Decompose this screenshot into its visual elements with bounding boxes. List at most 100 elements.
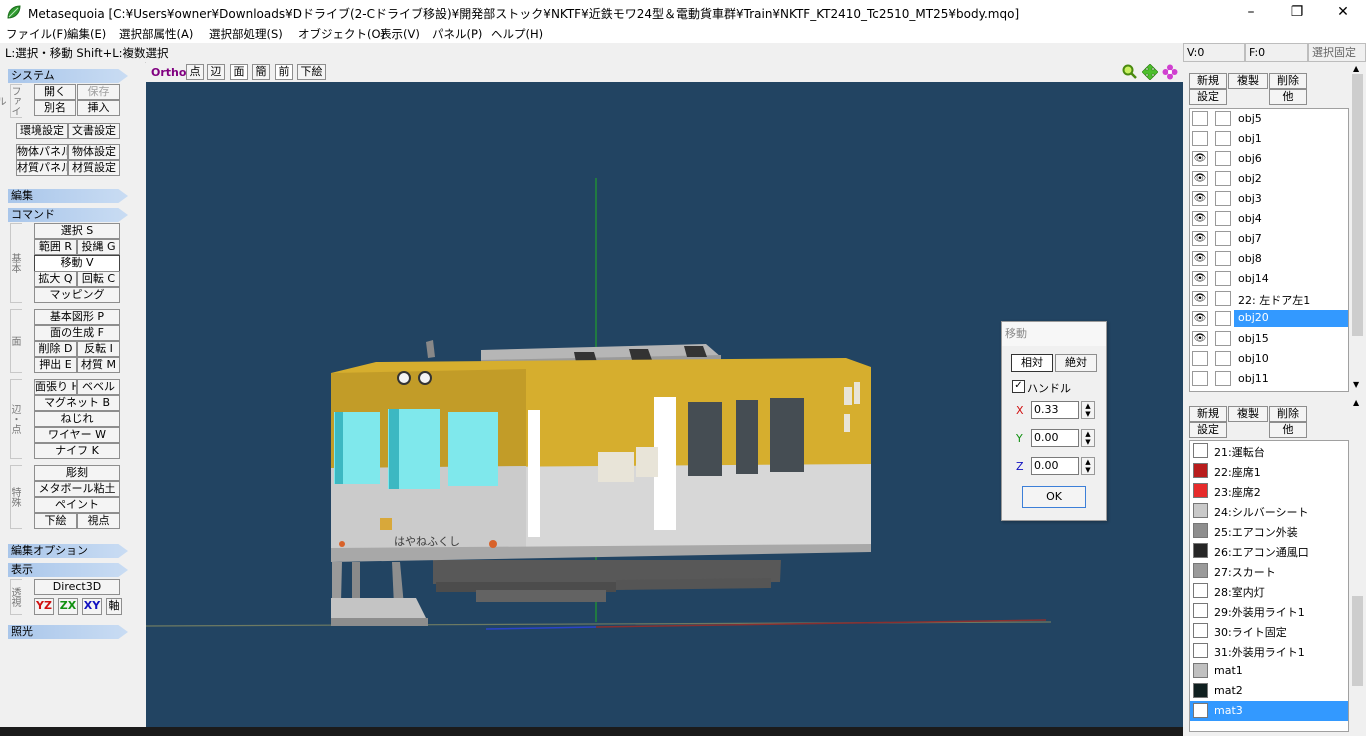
material-panel-scrollbar[interactable]: ▲ [1350, 396, 1366, 736]
object-panel-scrollbar[interactable]: ▲ ▼ [1350, 62, 1366, 392]
object-row[interactable]: 👁 obj6 [1190, 149, 1348, 169]
object-panel-scroll-thumb[interactable] [1352, 74, 1363, 336]
visibility-toggle[interactable] [1192, 131, 1208, 146]
handle-checkbox[interactable]: ✓ [1012, 380, 1025, 393]
lock-toggle[interactable] [1215, 191, 1231, 206]
material-row[interactable]: mat2 [1190, 681, 1348, 701]
ok-button[interactable]: OK [1022, 486, 1086, 508]
doc-settings-button[interactable]: 文書設定 [68, 123, 120, 139]
lock-toggle[interactable] [1215, 171, 1231, 186]
selection-lock-button[interactable]: 選択固定 [1308, 43, 1366, 62]
primitive-tool-button[interactable]: 基本図形 P [34, 309, 120, 325]
object-delete-button[interactable]: 削除 [1269, 73, 1307, 89]
material-row[interactable]: 25:エアコン外装 [1190, 521, 1348, 541]
metaball-tool-button[interactable]: メタボール粘土 [34, 481, 120, 497]
eye-icon[interactable]: 👁 [1192, 171, 1208, 186]
material-row[interactable]: 24:シルバーシート [1190, 501, 1348, 521]
insert-button[interactable]: 挿入 [77, 100, 120, 116]
eye-icon[interactable]: 👁 [1192, 151, 1208, 166]
object-row[interactable]: obj5 [1190, 109, 1348, 129]
object-duplicate-button[interactable]: 複製 [1228, 73, 1268, 89]
select-tool-button[interactable]: 選択 S [34, 223, 120, 239]
visibility-toggle[interactable] [1192, 371, 1208, 386]
menu-selection-process[interactable]: 選択部処理(S) [209, 26, 283, 42]
visibility-toggle[interactable] [1192, 351, 1208, 366]
material-new-button[interactable]: 新規 [1189, 406, 1227, 422]
lock-toggle[interactable] [1215, 351, 1231, 366]
relative-mode-button[interactable]: 相対 [1011, 354, 1053, 372]
section-display[interactable]: 表示 [8, 563, 128, 577]
y-value-field[interactable]: 0.00 [1031, 429, 1079, 447]
face-stretch-button[interactable]: 面張り H [34, 379, 77, 395]
section-edit-options[interactable]: 編集オプション [8, 544, 128, 558]
eye-icon[interactable]: 👁 [1192, 191, 1208, 206]
object-settings-button[interactable]: 物体設定 [68, 144, 120, 160]
x-spinner[interactable]: ▲ ▼ [1081, 401, 1095, 419]
save-button[interactable]: 保存 [77, 84, 120, 100]
menu-file[interactable]: ファイル(F) [6, 26, 68, 42]
ortho-toggle[interactable]: Ortho [151, 66, 186, 79]
object-row[interactable]: 👁 obj2 [1190, 169, 1348, 189]
object-row[interactable]: 👁 obj8 [1190, 249, 1348, 269]
y-spinner[interactable]: ▲ ▼ [1081, 429, 1095, 447]
material-row[interactable]: mat1 [1190, 661, 1348, 681]
view-zx-button[interactable]: ZX [58, 598, 78, 615]
material-tool-button[interactable]: 材質 M [77, 357, 120, 373]
eye-icon[interactable]: 👁 [1192, 251, 1208, 266]
material-row[interactable]: mat3 [1190, 701, 1348, 721]
object-row[interactable]: 👁 obj4 [1190, 209, 1348, 229]
material-row[interactable]: 23:座席2 [1190, 481, 1348, 501]
material-settings-button[interactable]: 設定 [1189, 422, 1227, 438]
extrude-tool-button[interactable]: 押出 E [34, 357, 77, 373]
eye-icon[interactable]: 👁 [1192, 291, 1208, 306]
eye-icon[interactable]: 👁 [1192, 311, 1208, 326]
lock-toggle[interactable] [1215, 131, 1231, 146]
x-value-field[interactable]: 0.33 [1031, 401, 1079, 419]
lock-toggle[interactable] [1215, 311, 1231, 326]
material-row[interactable]: 31:外装用ライト1 [1190, 641, 1348, 661]
material-row[interactable]: 30:ライト固定 [1190, 621, 1348, 641]
face-mode-button[interactable]: 面 [230, 64, 248, 80]
material-duplicate-button[interactable]: 複製 [1228, 406, 1268, 422]
scale-tool-button[interactable]: 拡大 Q [34, 271, 77, 287]
eye-icon[interactable]: 👁 [1192, 271, 1208, 286]
axis-toggle-button[interactable]: 軸 [106, 598, 122, 615]
object-row[interactable]: obj11 [1190, 369, 1348, 389]
material-panel-button[interactable]: 材質パネル [16, 160, 68, 176]
view-xy-button[interactable]: XY [82, 598, 102, 615]
maximize-button[interactable]: ❐ [1274, 0, 1320, 24]
object-row[interactable]: 👁 22: 左ドア左1 [1190, 289, 1348, 309]
lock-toggle[interactable] [1215, 111, 1231, 126]
range-tool-button[interactable]: 範囲 R [34, 239, 77, 255]
underlay-view-button[interactable]: 下絵 [297, 64, 326, 80]
vertex-mode-button[interactable]: 点 [186, 64, 204, 80]
flip-tool-button[interactable]: 反転 I [77, 341, 120, 357]
sculpt-tool-button[interactable]: 彫刻 [34, 465, 120, 481]
material-row[interactable]: 28:室内灯 [1190, 581, 1348, 601]
direct3d-button[interactable]: Direct3D [34, 579, 120, 595]
move-tool-button[interactable]: 移動 V [34, 255, 120, 272]
material-row[interactable]: 22:座席1 [1190, 461, 1348, 481]
twist-tool-button[interactable]: ねじれ [34, 411, 120, 427]
menu-selection-attr[interactable]: 選択部属性(A) [119, 26, 193, 42]
section-lighting[interactable]: 照光 [8, 625, 128, 639]
material-row[interactable]: 29:外装用ライト1 [1190, 601, 1348, 621]
material-other-button[interactable]: 他 [1269, 422, 1307, 438]
object-list[interactable]: obj5 obj1 👁 obj6 👁 obj2 👁 obj3 👁 obj4 👁 obj7 👁 obj8 👁 o… [1189, 108, 1349, 392]
object-panel-button[interactable]: 物体パネル [16, 144, 68, 160]
object-row[interactable]: 👁 obj3 [1190, 189, 1348, 209]
zoom-icon[interactable] [1122, 64, 1138, 80]
material-list[interactable]: 21:運転台 22:座席1 23:座席2 24:シルバーシート 25:エアコン外装 26:… [1189, 440, 1349, 732]
paint-tool-button[interactable]: ペイント [34, 497, 120, 513]
mapping-tool-button[interactable]: マッピング [34, 287, 120, 303]
material-delete-button[interactable]: 削除 [1269, 406, 1307, 422]
object-row[interactable]: obj1 [1190, 129, 1348, 149]
eye-icon[interactable]: 👁 [1192, 331, 1208, 346]
rotate-tool-button[interactable]: 回転 C [77, 271, 120, 287]
lock-toggle[interactable] [1215, 151, 1231, 166]
viewpoint-tool-button[interactable]: 視点 [77, 513, 120, 529]
eye-icon[interactable]: 👁 [1192, 211, 1208, 226]
menu-view[interactable]: 表示(V) [380, 26, 420, 42]
lock-toggle[interactable] [1215, 271, 1231, 286]
edge-mode-button[interactable]: 辺 [207, 64, 225, 80]
